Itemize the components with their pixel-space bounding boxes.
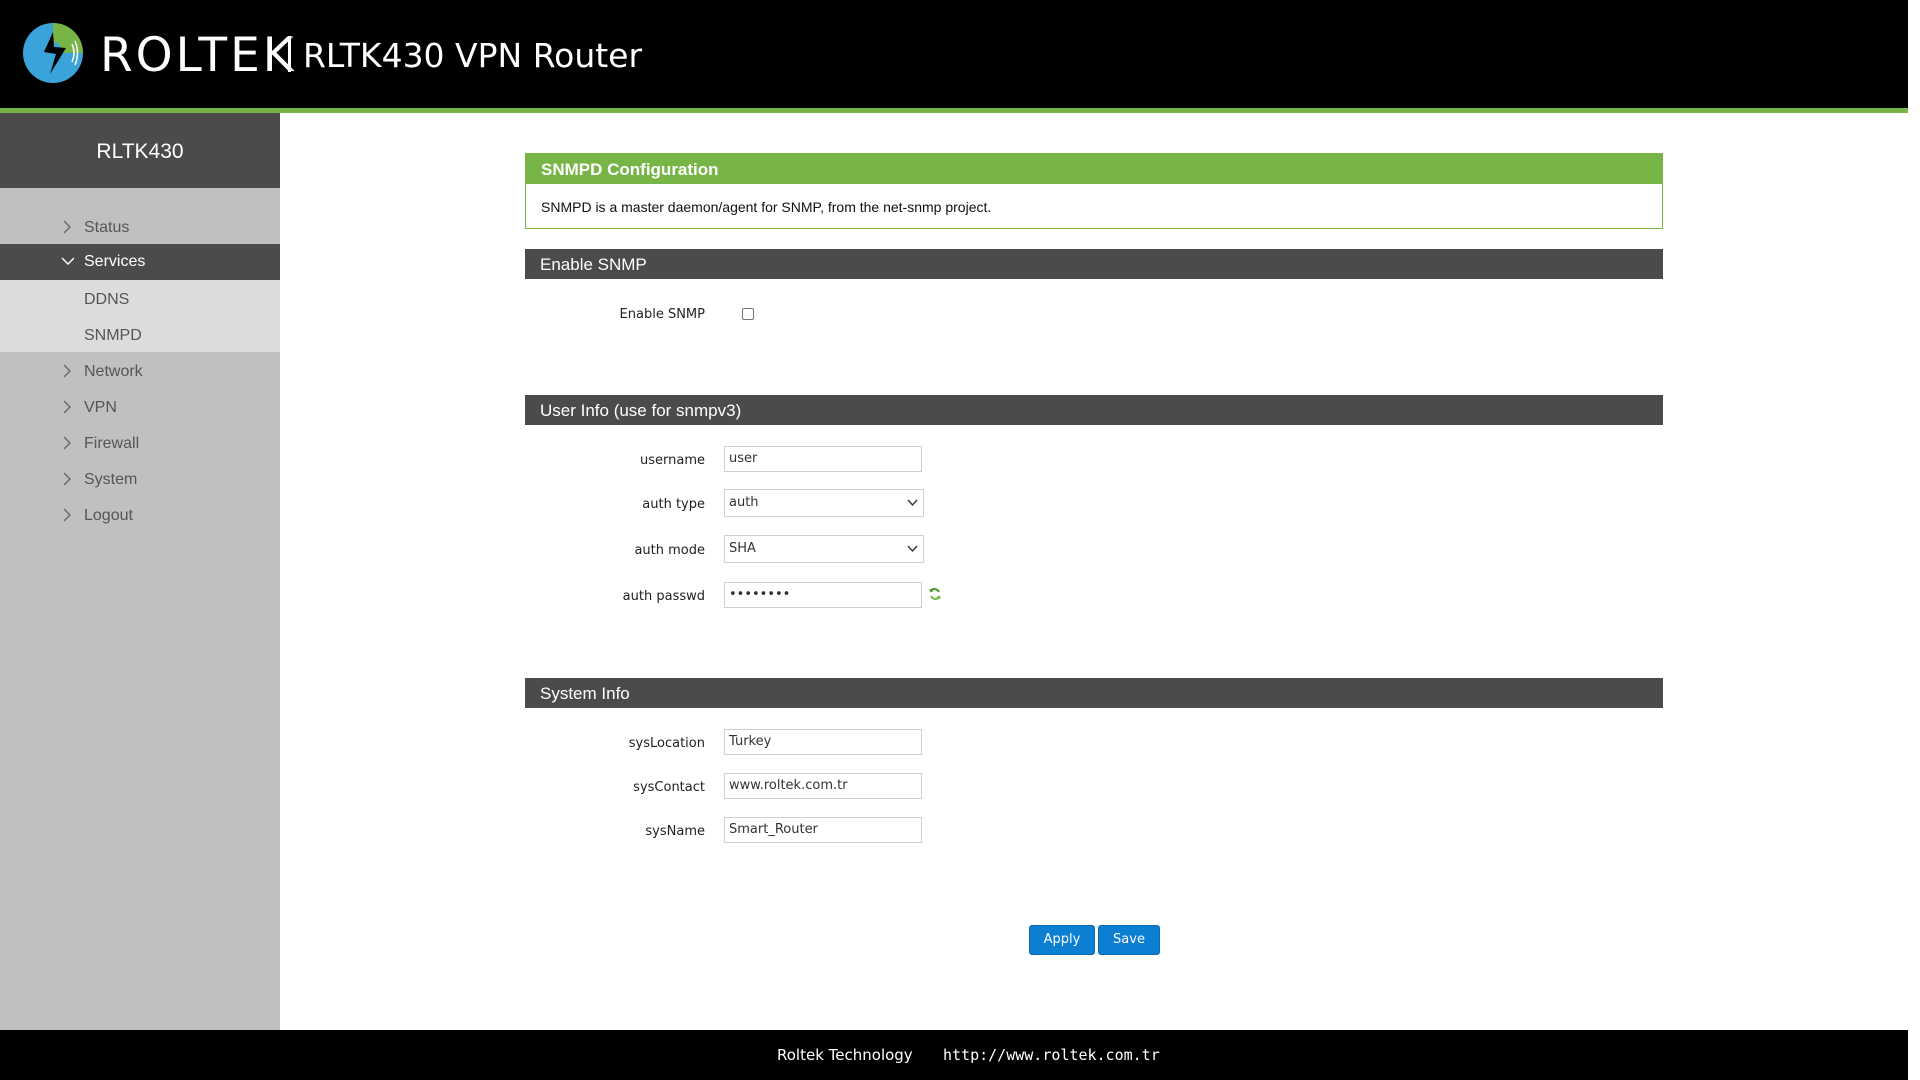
footer: Roltek Technology http://www.roltek.com.…	[0, 1030, 1908, 1080]
sidebar-device-name: RLTK430	[0, 113, 280, 188]
services-submenu: DDNS SNMPD	[0, 280, 280, 352]
sidebar-item-network[interactable]: Network	[0, 354, 280, 390]
auth-passwd-label: auth passwd	[622, 589, 705, 604]
section-system-info: System Info	[525, 678, 1663, 708]
enable-snmp-checkbox[interactable]	[742, 308, 754, 320]
config-title: SNMPD Configuration	[526, 154, 1662, 184]
chevron-right-icon	[63, 472, 71, 486]
chevron-down-icon	[61, 257, 74, 265]
brand-name: ROLTEK	[100, 28, 297, 83]
section-user-info: User Info (use for snmpv3)	[525, 395, 1663, 425]
footer-company: Roltek Technology	[777, 1046, 913, 1064]
chevron-down-icon	[907, 499, 918, 507]
sys-contact-label: sysContact	[633, 780, 705, 795]
sys-location-input[interactable]: Turkey	[724, 729, 922, 755]
header-accent-line	[0, 108, 1908, 113]
chevron-right-icon	[63, 508, 71, 522]
auth-mode-select[interactable]: SHA	[724, 535, 924, 563]
chevron-right-icon	[63, 436, 71, 450]
sidebar-item-label: VPN	[84, 399, 117, 416]
sidebar-subitem-ddns[interactable]: DDNS	[84, 291, 129, 309]
sidebar-item-label: Status	[84, 219, 130, 236]
sidebar-item-system[interactable]: System	[0, 462, 280, 498]
top-header: ROLTEK RLTK430 VPN Router	[0, 0, 1908, 108]
chevron-right-icon	[63, 220, 71, 234]
config-description: SNMPD is a master daemon/agent for SNMP,…	[541, 199, 992, 215]
sidebar-item-vpn[interactable]: VPN	[0, 390, 280, 426]
sidebar-item-label: Logout	[84, 507, 133, 524]
chevron-right-icon	[63, 364, 71, 378]
sidebar-item-label: Services	[84, 253, 146, 270]
enable-snmp-label: Enable SNMP	[619, 307, 705, 322]
username-input[interactable]: user	[724, 446, 922, 472]
sys-name-label: sysName	[645, 824, 705, 839]
sidebar-item-firewall[interactable]: Firewall	[0, 426, 280, 462]
auth-type-select[interactable]: auth	[724, 489, 924, 517]
sidebar-item-label: System	[84, 471, 138, 488]
sidebar-item-status[interactable]: Status	[0, 210, 280, 246]
footer-url-link[interactable]: http://www.roltek.com.tr	[943, 1046, 1160, 1064]
chevron-down-icon	[907, 545, 918, 553]
section-enable-snmp: Enable SNMP	[525, 249, 1663, 279]
save-button[interactable]: Save	[1098, 925, 1160, 955]
auth-type-label: auth type	[642, 497, 705, 512]
sys-contact-input[interactable]: www.roltek.com.tr	[724, 773, 922, 799]
sys-name-input[interactable]: Smart_Router	[724, 817, 922, 843]
sidebar: RLTK430 Status Services DDNS SNMPD Netwo…	[0, 113, 280, 1030]
sys-location-label: sysLocation	[628, 736, 705, 751]
sidebar-item-label: Network	[84, 363, 143, 380]
sidebar-item-services[interactable]: Services	[0, 244, 280, 280]
sidebar-item-logout[interactable]: Logout	[0, 498, 280, 534]
auth-mode-label: auth mode	[634, 543, 705, 558]
refresh-reveal-icon[interactable]	[928, 587, 942, 601]
auth-passwd-input[interactable]: ••••••••	[724, 582, 922, 608]
roltek-logo-icon	[23, 23, 83, 83]
config-panel: SNMPD Configuration SNMPD is a master da…	[525, 153, 1663, 229]
auth-type-value: auth	[729, 495, 759, 510]
username-label: username	[640, 453, 705, 468]
sidebar-item-label: Firewall	[84, 435, 140, 452]
sidebar-subitem-snmpd[interactable]: SNMPD	[84, 327, 142, 345]
auth-mode-value: SHA	[729, 541, 756, 556]
product-title: RLTK430 VPN Router	[303, 36, 643, 75]
apply-button[interactable]: Apply	[1029, 925, 1095, 955]
brand-separator	[288, 36, 291, 72]
chevron-right-icon	[63, 400, 71, 414]
